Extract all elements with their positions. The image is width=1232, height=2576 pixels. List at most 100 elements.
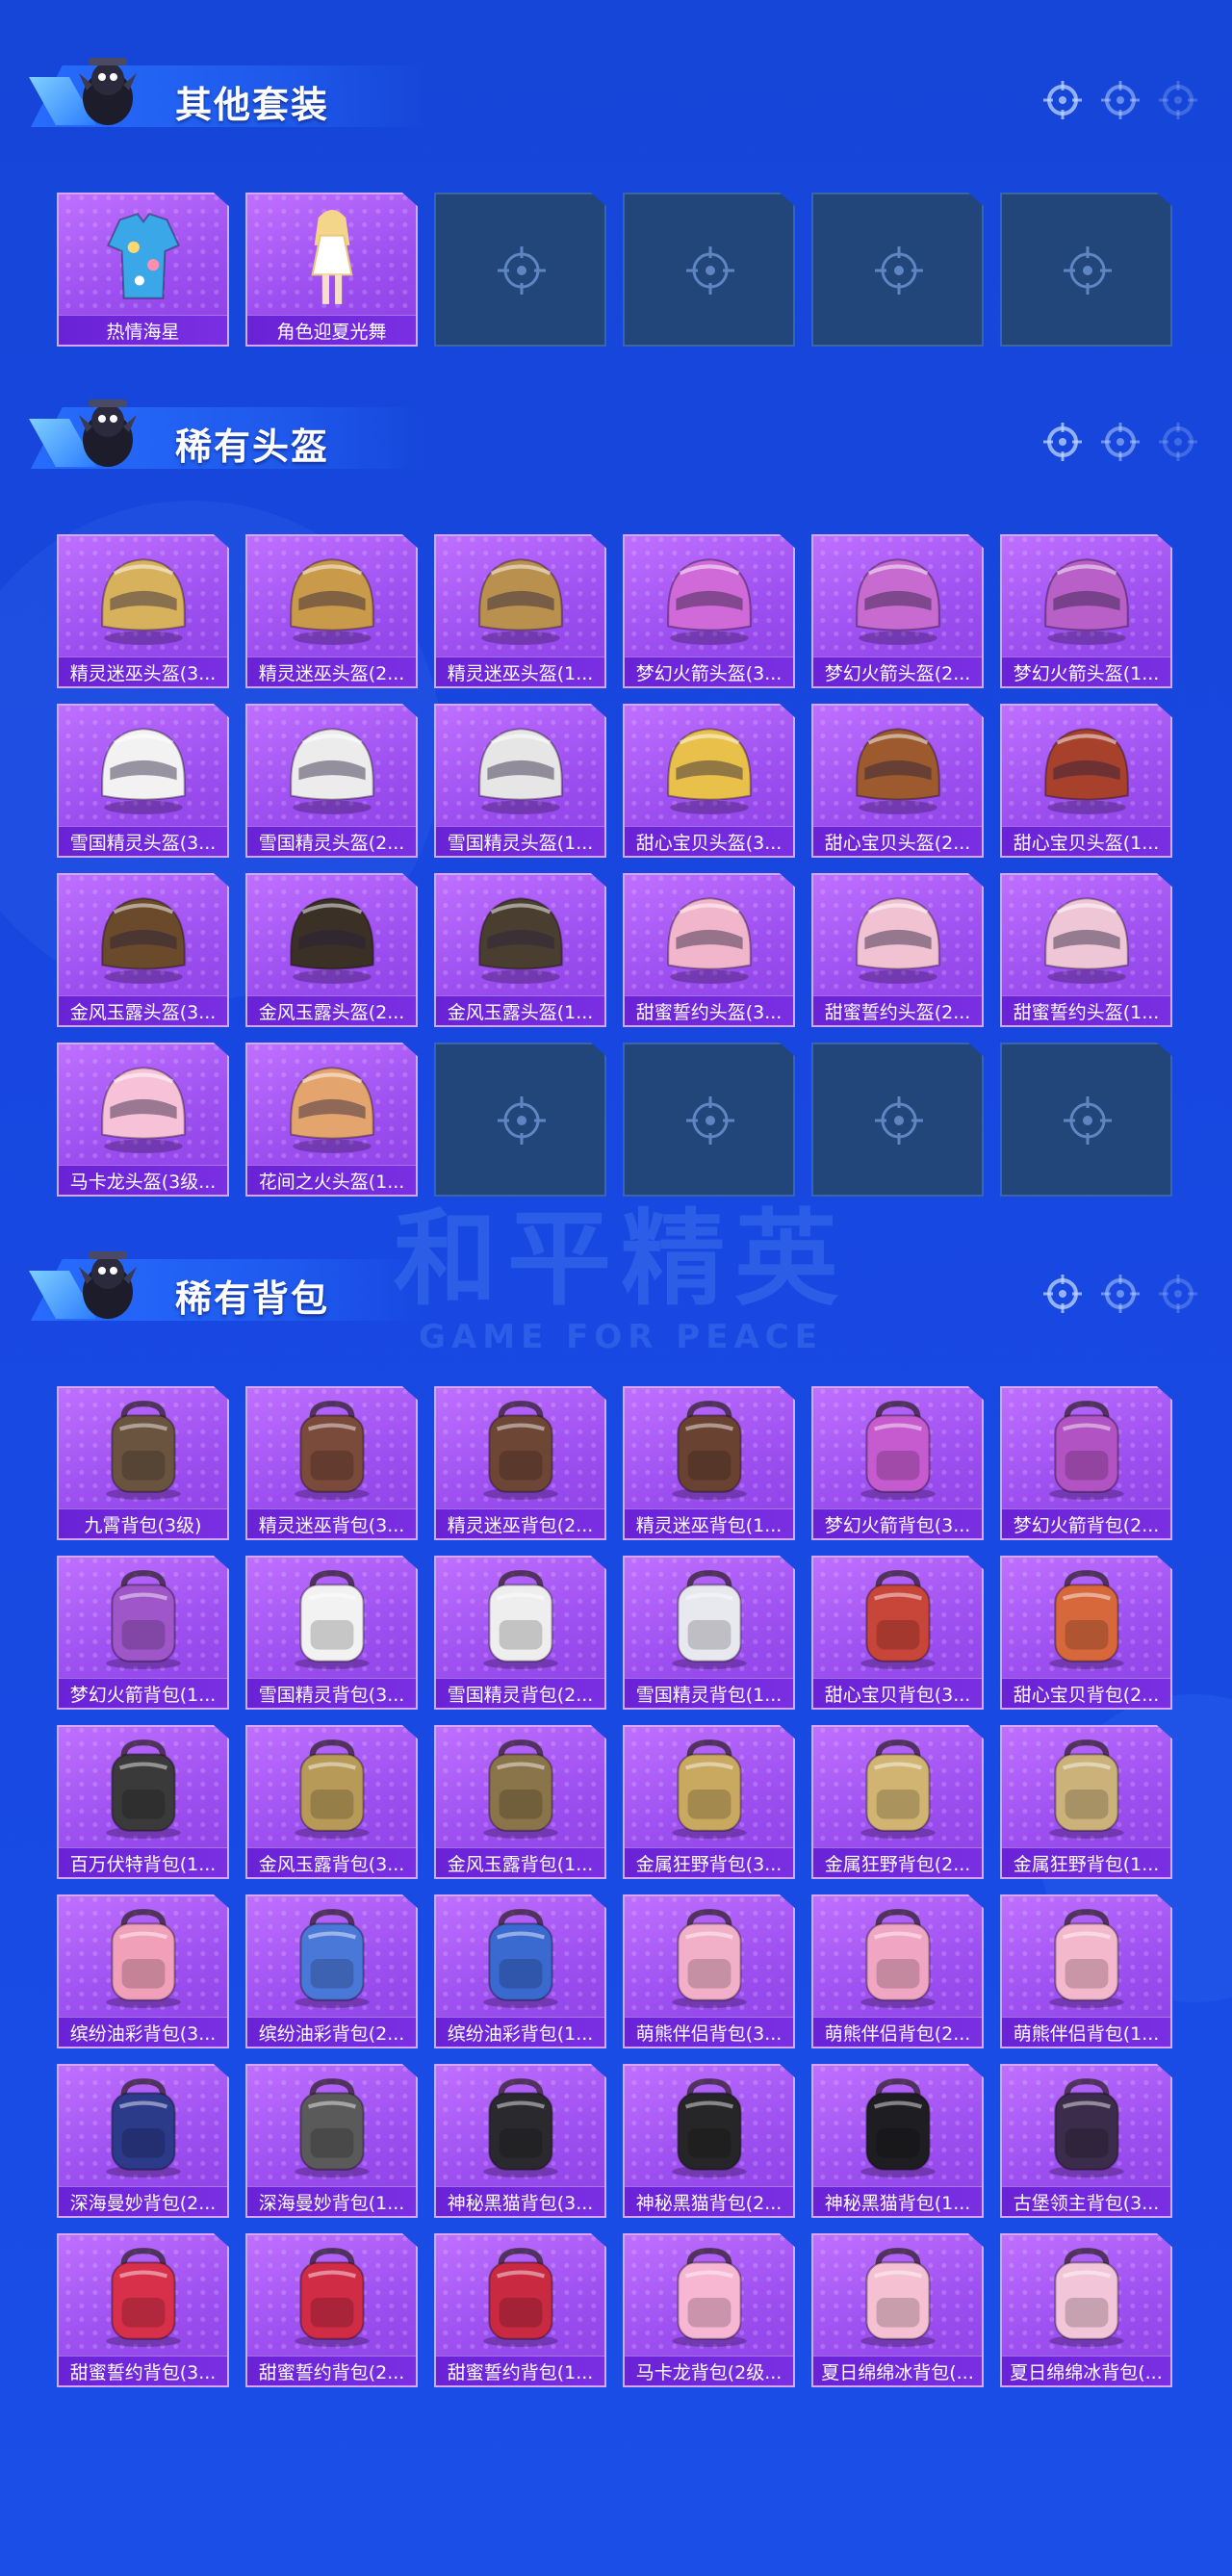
item-card[interactable]: 缤纷油彩背包(3...	[57, 1894, 229, 2048]
item-card[interactable]: 百万伏特背包(1...	[57, 1725, 229, 1879]
empty-slot	[1000, 1043, 1172, 1197]
backpack-icon	[59, 1902, 227, 2014]
item-card[interactable]: 萌熊伴侣背包(3...	[623, 1894, 795, 2048]
item-label: 雪国精灵背包(3...	[247, 1678, 416, 1708]
empty-slot	[811, 1043, 984, 1197]
backpack-icon	[247, 1902, 416, 2014]
item-card[interactable]: 缤纷油彩背包(2...	[245, 1894, 418, 2048]
item-label: 雪国精灵背包(1...	[625, 1678, 793, 1708]
item-card[interactable]: 梦幻火箭背包(3...	[811, 1386, 984, 1540]
crosshair-icon	[1159, 1275, 1197, 1313]
item-grid: 精灵迷巫头盔(3... 精灵迷巫头盔(2... 精灵迷巫头盔(1... 梦幻火箭…	[57, 534, 1172, 1197]
item-label: 夏日绵绵冰背包(...	[1002, 2356, 1170, 2385]
backpack-icon	[247, 2072, 416, 2183]
section-decoration-icons	[1041, 79, 1199, 121]
item-card[interactable]: 马卡龙背包(2级...	[623, 2233, 795, 2387]
item-label: 甜心宝贝头盔(3...	[625, 826, 793, 856]
item-card[interactable]: 雪国精灵背包(3...	[245, 1556, 418, 1710]
item-card[interactable]: 甜蜜誓约头盔(1...	[1000, 873, 1172, 1027]
item-label: 雪国精灵头盔(1...	[436, 826, 604, 856]
item-card[interactable]: 甜蜜誓约背包(1...	[434, 2233, 606, 2387]
helmet-icon	[247, 711, 416, 823]
item-label: 花间之火头盔(1...	[247, 1165, 416, 1195]
helmet-icon	[59, 542, 227, 654]
item-card[interactable]: 甜心宝贝头盔(3...	[623, 704, 795, 858]
item-label: 梦幻火箭头盔(2...	[813, 657, 982, 686]
item-card[interactable]: 雪国精灵头盔(3...	[57, 704, 229, 858]
item-card[interactable]: 九霄背包(3级)	[57, 1386, 229, 1540]
item-label: 缤纷油彩背包(2...	[247, 2017, 416, 2047]
item-card[interactable]: 精灵迷巫背包(2...	[434, 1386, 606, 1540]
backpack-icon	[436, 2072, 604, 2183]
item-card[interactable]: 梦幻火箭头盔(2...	[811, 534, 984, 688]
item-card[interactable]: 神秘黑猫背包(3...	[434, 2064, 606, 2218]
item-card[interactable]: 甜蜜誓约头盔(2...	[811, 873, 984, 1027]
item-card[interactable]: 精灵迷巫头盔(2...	[245, 534, 418, 688]
backpack-icon	[1002, 2072, 1170, 2183]
item-label: 金属狂野背包(2...	[813, 1847, 982, 1877]
backpack-icon	[1002, 2241, 1170, 2353]
item-card[interactable]: 金属狂野背包(3...	[623, 1725, 795, 1879]
item-card[interactable]: 甜蜜誓约背包(3...	[57, 2233, 229, 2387]
item-card[interactable]: 精灵迷巫头盔(3...	[57, 534, 229, 688]
item-card[interactable]: 金风玉露背包(1...	[434, 1725, 606, 1879]
helmet-icon	[59, 711, 227, 823]
item-label: 梦幻火箭背包(3...	[813, 1508, 982, 1538]
item-card[interactable]: 马卡龙头盔(3级...	[57, 1043, 229, 1197]
item-card[interactable]: 精灵迷巫头盔(1...	[434, 534, 606, 688]
item-label: 甜心宝贝头盔(1...	[1002, 826, 1170, 856]
item-card[interactable]: 甜心宝贝背包(2...	[1000, 1556, 1172, 1710]
helmet-icon	[247, 881, 416, 992]
item-card[interactable]: 梦幻火箭头盔(1...	[1000, 534, 1172, 688]
item-label: 神秘黑猫背包(2...	[625, 2186, 793, 2216]
item-card[interactable]: 深海曼妙背包(2...	[57, 2064, 229, 2218]
item-card[interactable]: 深海曼妙背包(1...	[245, 2064, 418, 2218]
item-card[interactable]: 热情海星	[57, 193, 229, 347]
item-label: 金属狂野背包(1...	[1002, 1847, 1170, 1877]
item-card[interactable]: 梦幻火箭背包(2...	[1000, 1386, 1172, 1540]
item-label: 金风玉露背包(1...	[436, 1847, 604, 1877]
item-card[interactable]: 金属狂野背包(2...	[811, 1725, 984, 1879]
item-card[interactable]: 金风玉露背包(3...	[245, 1725, 418, 1879]
item-card[interactable]: 萌熊伴侣背包(1...	[1000, 1894, 1172, 2048]
item-card[interactable]: 甜心宝贝背包(3...	[811, 1556, 984, 1710]
item-card[interactable]: 缤纷油彩背包(1...	[434, 1894, 606, 2048]
item-card[interactable]: 精灵迷巫背包(3...	[245, 1386, 418, 1540]
item-label: 缤纷油彩背包(3...	[59, 2017, 227, 2047]
item-card[interactable]: 雪国精灵头盔(2...	[245, 704, 418, 858]
item-card[interactable]: 神秘黑猫背包(1...	[811, 2064, 984, 2218]
item-card[interactable]: 雪国精灵背包(2...	[434, 1556, 606, 1710]
item-card[interactable]: 金风玉露头盔(3...	[57, 873, 229, 1027]
mascot-icon	[79, 58, 137, 125]
item-card[interactable]: 神秘黑猫背包(2...	[623, 2064, 795, 2218]
item-card[interactable]: 角色迎夏光舞	[245, 193, 418, 347]
helmet-icon	[436, 542, 604, 654]
item-card[interactable]: 甜蜜誓约头盔(3...	[623, 873, 795, 1027]
item-label: 马卡龙背包(2级...	[625, 2356, 793, 2385]
item-card[interactable]: 花间之火头盔(1...	[245, 1043, 418, 1197]
item-card[interactable]: 精灵迷巫背包(1...	[623, 1386, 795, 1540]
item-label: 金风玉露头盔(1...	[436, 995, 604, 1025]
item-label: 夏日绵绵冰背包(...	[813, 2356, 982, 2385]
item-card[interactable]: 金属狂野背包(1...	[1000, 1725, 1172, 1879]
item-card[interactable]: 甜蜜誓约背包(2...	[245, 2233, 418, 2387]
item-card[interactable]: 甜心宝贝头盔(1...	[1000, 704, 1172, 858]
crosshair-icon	[1101, 1275, 1140, 1313]
item-card[interactable]: 梦幻火箭背包(1...	[57, 1556, 229, 1710]
item-label: 雪国精灵头盔(3...	[59, 826, 227, 856]
backpack-icon	[1002, 1394, 1170, 1506]
item-card[interactable]: 古堡领主背包(3...	[1000, 2064, 1172, 2218]
item-card[interactable]: 夏日绵绵冰背包(...	[811, 2233, 984, 2387]
backpack-icon	[1002, 1902, 1170, 2014]
item-card[interactable]: 梦幻火箭头盔(3...	[623, 534, 795, 688]
backpack-icon	[59, 2072, 227, 2183]
crosshair-icon	[1159, 81, 1197, 119]
item-card[interactable]: 萌熊伴侣背包(2...	[811, 1894, 984, 2048]
item-card[interactable]: 雪国精灵头盔(1...	[434, 704, 606, 858]
item-card[interactable]: 夏日绵绵冰背包(...	[1000, 2233, 1172, 2387]
helmet-icon	[247, 1050, 416, 1162]
item-card[interactable]: 甜心宝贝头盔(2...	[811, 704, 984, 858]
item-card[interactable]: 金风玉露头盔(2...	[245, 873, 418, 1027]
item-card[interactable]: 雪国精灵背包(1...	[623, 1556, 795, 1710]
item-card[interactable]: 金风玉露头盔(1...	[434, 873, 606, 1027]
